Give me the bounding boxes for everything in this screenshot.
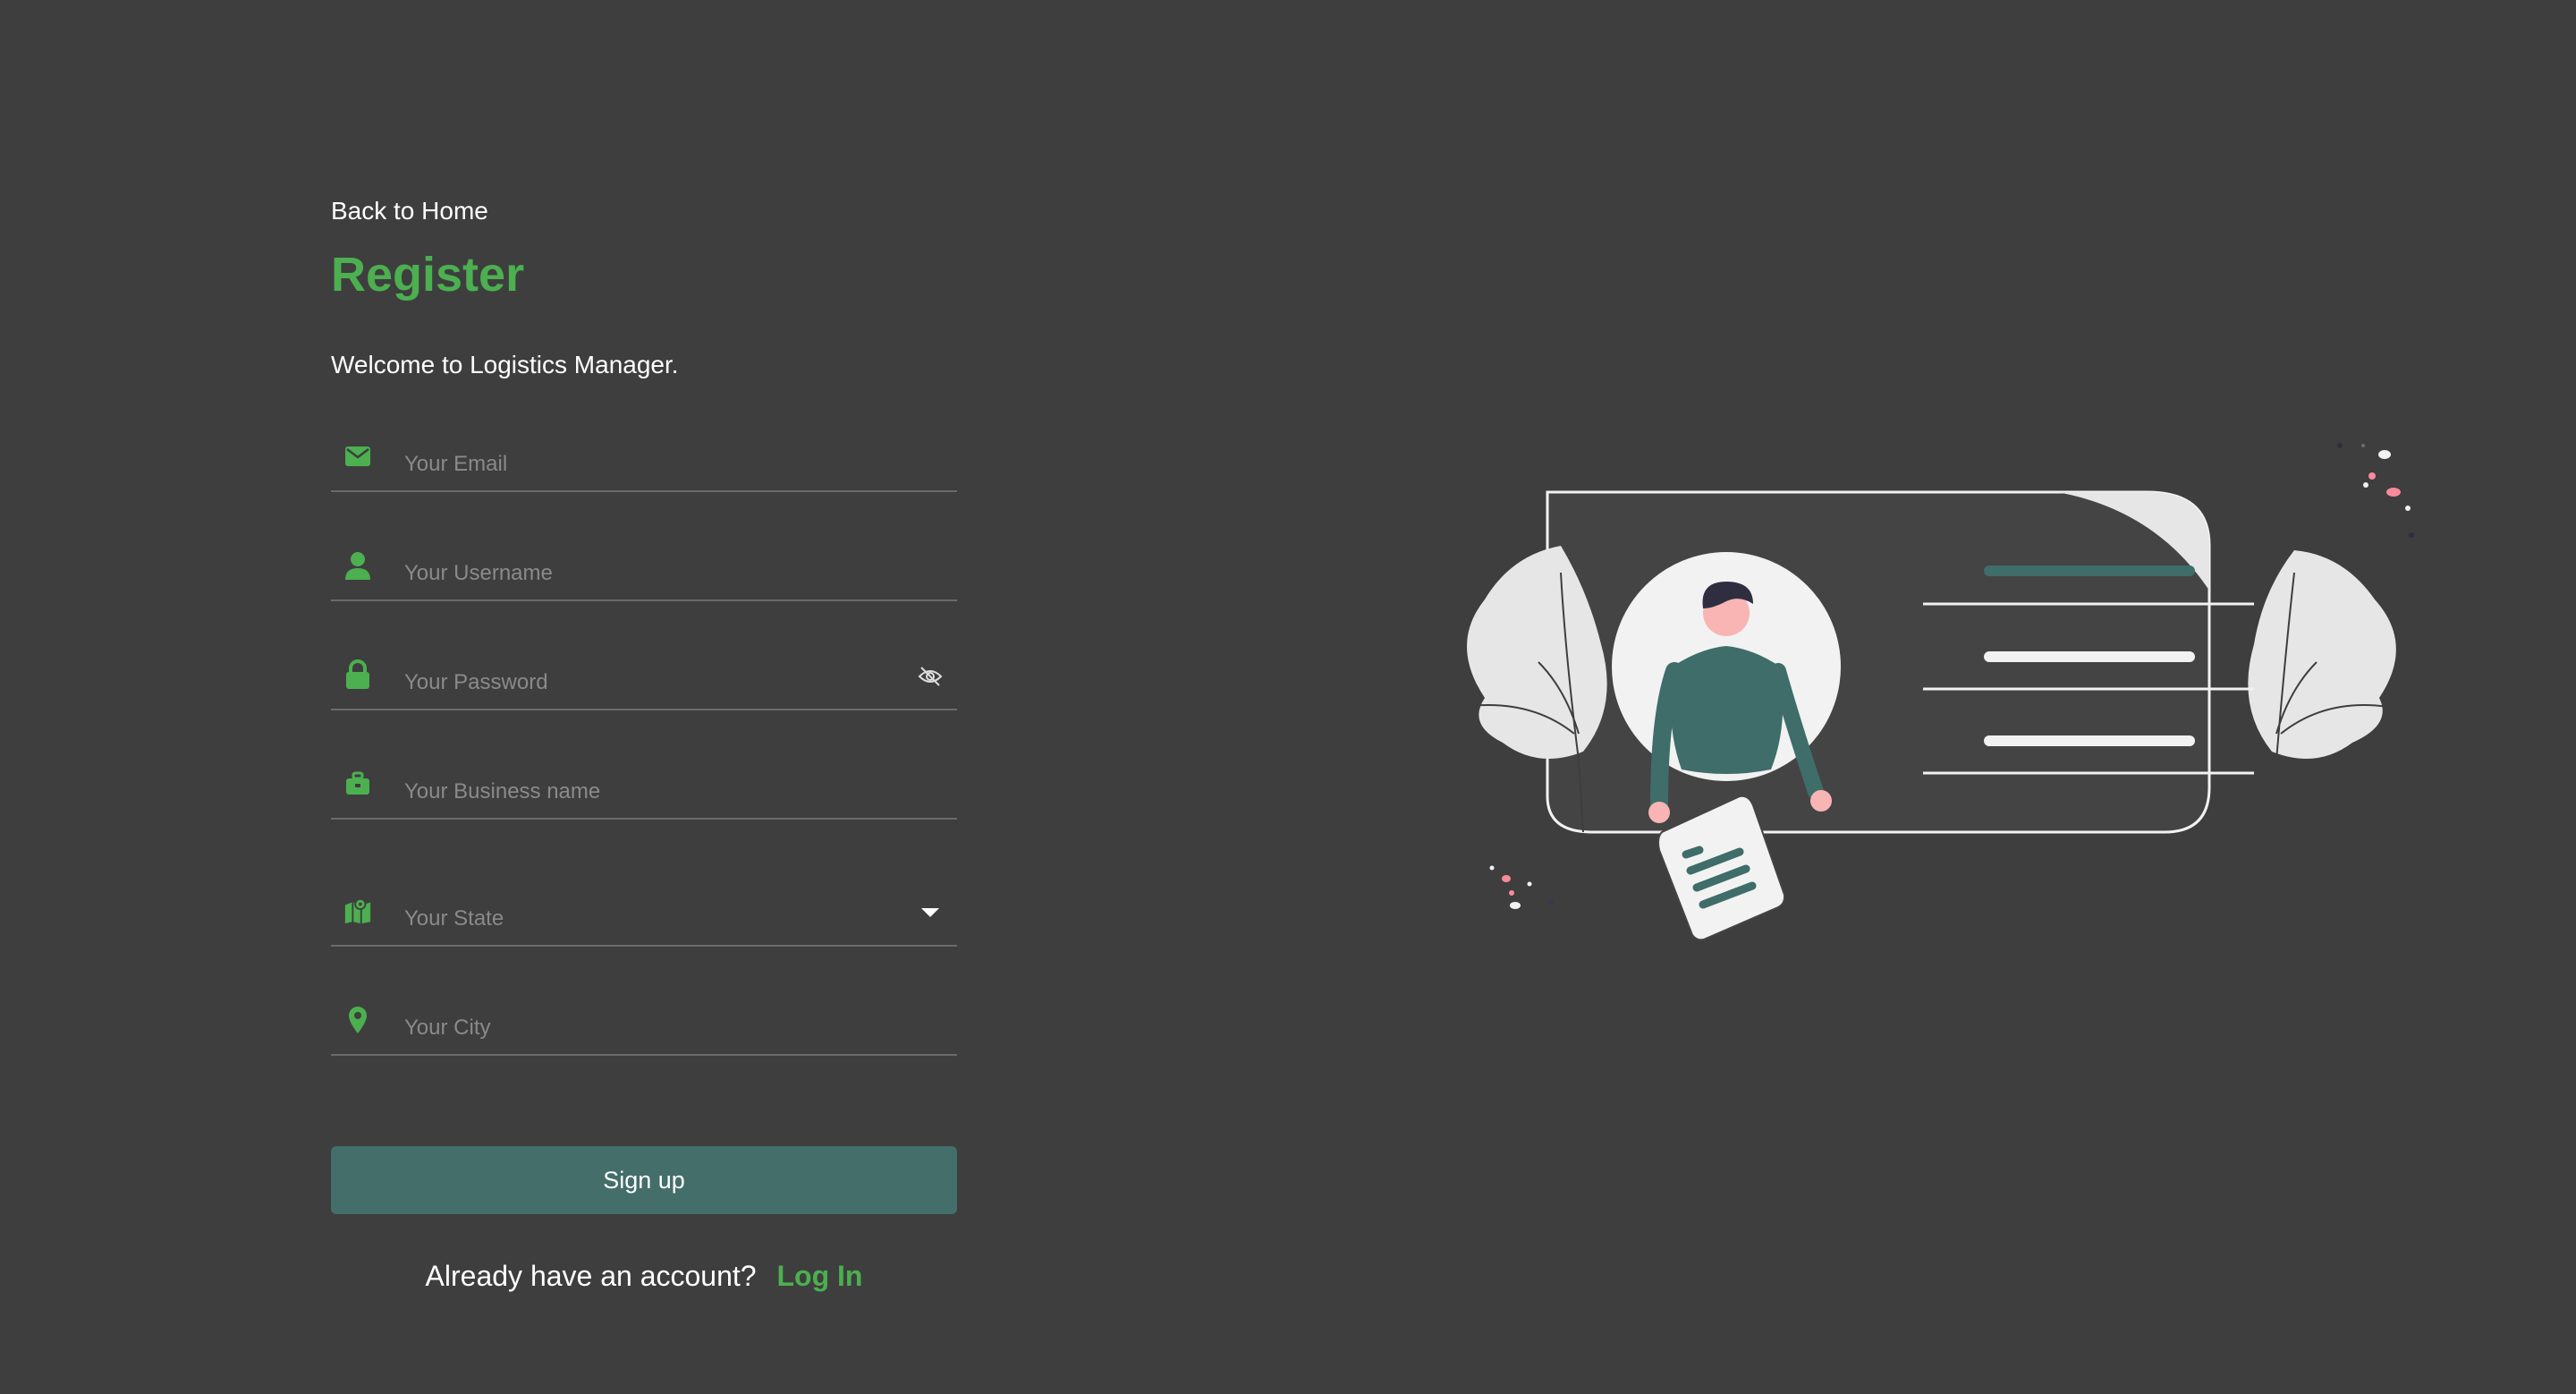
sign-up-button[interactable]: Sign up — [331, 1146, 957, 1214]
caret-down-icon[interactable] — [916, 898, 945, 927]
email-input[interactable] — [402, 446, 907, 483]
log-in-link[interactable]: Log In — [776, 1260, 862, 1292]
username-input[interactable] — [402, 555, 907, 592]
lock-icon — [343, 659, 372, 689]
login-prompt-row: Already have an account? Log In — [331, 1260, 957, 1293]
envelope-icon — [343, 442, 372, 471]
person-icon — [343, 551, 372, 580]
register-form-column: Back to Home Register Welcome to Logisti… — [331, 197, 957, 1292]
map-icon — [343, 897, 372, 925]
welcome-text: Welcome to Logistics Manager. — [331, 351, 679, 378]
business-name-field — [331, 757, 957, 820]
login-prompt-text: Already have an account? — [425, 1260, 757, 1292]
page-title: Register — [331, 248, 525, 302]
state-select-field[interactable] — [331, 884, 957, 947]
email-field — [331, 429, 957, 492]
city-input[interactable] — [402, 1009, 907, 1047]
briefcase-icon — [343, 769, 372, 798]
eye-off-icon[interactable] — [916, 662, 945, 691]
back-to-home-link[interactable]: Back to Home — [331, 197, 488, 225]
location-pin-icon — [343, 1006, 372, 1034]
username-field — [331, 539, 957, 601]
password-input[interactable] — [402, 664, 907, 701]
business-name-input[interactable] — [402, 773, 907, 811]
profile-card-illustration — [1462, 443, 2414, 941]
city-field — [331, 993, 957, 1056]
state-select[interactable] — [402, 900, 907, 938]
register-page: Back to Home Register Welcome to Logisti… — [0, 0, 2576, 1394]
password-field — [331, 648, 957, 710]
